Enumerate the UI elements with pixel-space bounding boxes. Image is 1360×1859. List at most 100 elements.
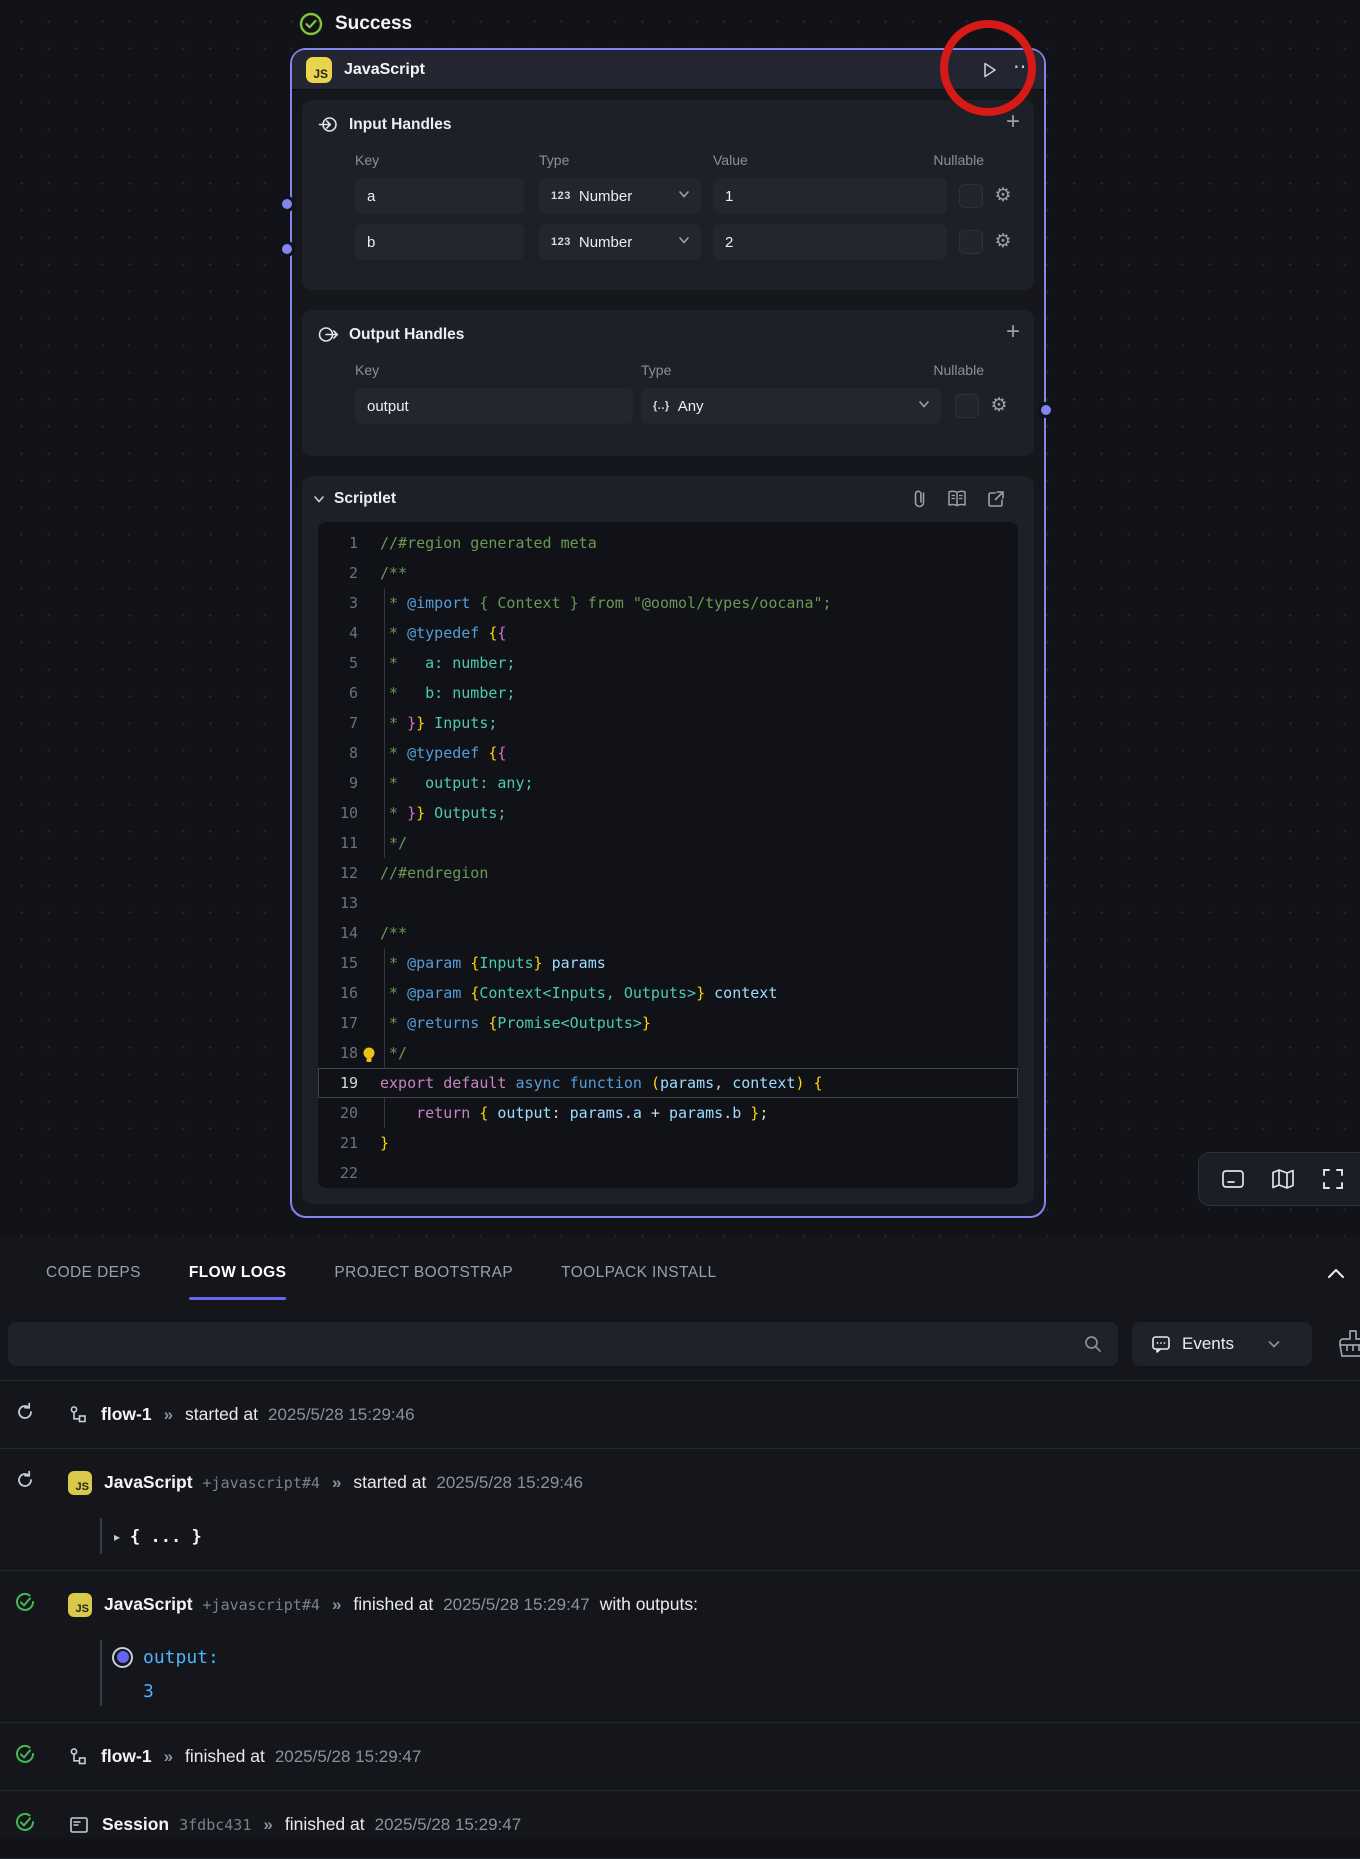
nullable-checkbox[interactable] xyxy=(955,394,979,418)
code-line[interactable]: 7 * }} Inputs; xyxy=(318,708,1018,738)
code-line[interactable]: 8 * @typedef {{ xyxy=(318,738,1018,768)
clear-logs-icon[interactable] xyxy=(1336,1328,1360,1360)
code-text: */ xyxy=(380,1038,407,1068)
handle-key-input[interactable]: output xyxy=(355,388,633,424)
paperclip-icon[interactable] xyxy=(910,488,930,510)
col-header-type: Type xyxy=(641,362,671,378)
code-editor[interactable]: 1//#region generated meta2/**3 * @import… xyxy=(318,522,1018,1188)
code-line[interactable]: 21} xyxy=(318,1128,1018,1158)
col-header-key: Key xyxy=(355,362,633,378)
events-filter-button[interactable]: Events xyxy=(1132,1322,1312,1366)
code-line[interactable]: 18 */ xyxy=(318,1038,1018,1068)
code-line[interactable]: 14 /** xyxy=(318,918,1018,948)
handle-key-input[interactable]: b xyxy=(355,224,524,260)
line-number: 14 xyxy=(318,918,358,948)
code-text: export default async function (params, c… xyxy=(380,1068,823,1098)
line-number: 9 xyxy=(318,768,358,798)
map-icon[interactable] xyxy=(1269,1165,1297,1193)
tab-project-bootstrap[interactable]: PROJECT BOOTSTRAP xyxy=(334,1238,513,1308)
handle-value-input[interactable]: 2 xyxy=(713,224,947,260)
node-header[interactable]: JS JavaScript xyxy=(292,50,1044,90)
log-row[interactable]: JSJavaScript+javascript#4»finished at202… xyxy=(0,1571,1360,1723)
chevron-up-icon[interactable] xyxy=(1324,1262,1348,1286)
code-line[interactable]: 2/** xyxy=(318,558,1018,588)
log-row[interactable]: JSJavaScript+javascript#4»started at2025… xyxy=(0,1449,1360,1571)
log-separator: » xyxy=(332,1473,341,1493)
tab-flow-logs[interactable]: FLOW LOGS xyxy=(189,1238,286,1308)
nullable-checkbox[interactable] xyxy=(959,230,983,254)
code-line[interactable]: 20 return { output: params.a + params.b … xyxy=(318,1098,1018,1128)
input-port-b[interactable] xyxy=(279,241,295,257)
add-output-handle-button[interactable]: + xyxy=(1006,318,1020,346)
add-input-handle-button[interactable]: + xyxy=(1006,108,1020,136)
line-number: 13 xyxy=(318,888,358,918)
code-line[interactable]: 3 * @import { Context } from "@oomol/typ… xyxy=(318,588,1018,618)
session-icon xyxy=(68,1814,90,1836)
collapsed-object-toggle[interactable]: ▸{ ... } xyxy=(0,1518,1360,1556)
log-event-text: finished at xyxy=(185,1746,265,1767)
chevron-down-icon xyxy=(1266,1336,1282,1352)
code-line[interactable]: 5 * a: number; xyxy=(318,648,1018,678)
gear-icon[interactable]: ⚙ xyxy=(991,184,1015,208)
code-text: /** xyxy=(380,918,407,948)
log-row[interactable]: Session3fdbc431»finished at2025/5/28 15:… xyxy=(0,1791,1360,1859)
gear-icon[interactable]: ⚙ xyxy=(987,394,1011,418)
log-event-text: finished at xyxy=(353,1594,433,1615)
tab-code-deps[interactable]: CODE DEPS xyxy=(46,1238,141,1308)
col-header-nullable: Nullable xyxy=(933,152,984,168)
code-line[interactable]: 6 * b: number; xyxy=(318,678,1018,708)
code-line[interactable]: 19export default async function (params,… xyxy=(318,1068,1018,1098)
input-port-a[interactable] xyxy=(279,196,295,212)
spinner-icon xyxy=(14,1469,34,1496)
line-number: 2 xyxy=(318,558,358,588)
tab-toolpack-install[interactable]: TOOLPACK INSTALL xyxy=(561,1238,716,1308)
console-panel-icon[interactable] xyxy=(1219,1165,1247,1193)
open-external-icon[interactable] xyxy=(986,489,1006,509)
code-line[interactable]: 12//#endregion xyxy=(318,858,1018,888)
search-input[interactable] xyxy=(8,1322,1118,1366)
log-entry-id: 3fdbc431 xyxy=(179,1816,251,1834)
handle-type-select[interactable]: 123Number xyxy=(539,178,701,214)
code-line[interactable]: 10 * }} Outputs; xyxy=(318,798,1018,828)
collapse-chevron-icon[interactable] xyxy=(312,492,326,506)
code-line[interactable]: 1//#region generated meta xyxy=(318,528,1018,558)
gear-icon[interactable]: ⚙ xyxy=(991,230,1015,254)
output-port[interactable] xyxy=(1038,402,1054,418)
log-row-main: JSJavaScript+javascript#4»started at2025… xyxy=(0,1449,1360,1516)
flow-canvas[interactable]: Success JS JavaScript ⋯ Input Handles + … xyxy=(0,0,1360,1238)
code-text: * @param {Context<Inputs, Outputs>} cont… xyxy=(380,978,777,1008)
reader-icon[interactable] xyxy=(946,489,968,509)
log-row[interactable]: flow-1»finished at2025/5/28 15:29:47 xyxy=(0,1723,1360,1791)
log-event-text: started at xyxy=(353,1472,426,1493)
log-row-main: flow-1»started at2025/5/28 15:29:46 xyxy=(0,1381,1360,1448)
javascript-node[interactable]: JS JavaScript ⋯ Input Handles + Key Type… xyxy=(290,48,1046,1218)
code-line[interactable]: 22 xyxy=(318,1158,1018,1188)
log-entry-name: flow-1 xyxy=(101,1746,152,1767)
code-line[interactable]: 15 * @param {Inputs} params xyxy=(318,948,1018,978)
type-glyph-icon: 123 xyxy=(551,236,571,248)
output-handles-title: Output Handles xyxy=(349,326,464,344)
code-line[interactable]: 4 * @typedef {{ xyxy=(318,618,1018,648)
handle-key-input[interactable]: a xyxy=(355,178,524,214)
code-line[interactable]: 17 * @returns {Promise<Outputs>} xyxy=(318,1008,1018,1038)
handle-type-select[interactable]: 123Number xyxy=(539,224,701,260)
line-number: 8 xyxy=(318,738,358,768)
log-row-main: flow-1»finished at2025/5/28 15:29:47 xyxy=(0,1723,1360,1790)
nullable-checkbox[interactable] xyxy=(959,184,983,208)
code-line[interactable]: 13 xyxy=(318,888,1018,918)
code-text: * @import { Context } from "@oomol/types… xyxy=(380,588,832,618)
handle-type-select[interactable]: {..}Any xyxy=(641,388,941,424)
code-text: //#region generated meta xyxy=(380,528,597,558)
code-line[interactable]: 16 * @param {Context<Inputs, Outputs>} c… xyxy=(318,978,1018,1008)
code-text: */ xyxy=(380,828,407,858)
code-text: //#endregion xyxy=(380,858,488,888)
log-row[interactable]: flow-1»started at2025/5/28 15:29:46 xyxy=(0,1381,1360,1449)
handle-value-input[interactable]: 1 xyxy=(713,178,947,214)
code-line[interactable]: 11 */ xyxy=(318,828,1018,858)
line-number: 15 xyxy=(318,948,358,978)
line-number: 7 xyxy=(318,708,358,738)
code-line[interactable]: 9 * output: any; xyxy=(318,768,1018,798)
fullscreen-icon[interactable] xyxy=(1319,1165,1347,1193)
lightbulb-icon[interactable] xyxy=(362,1044,376,1062)
code-text: * @returns {Promise<Outputs>} xyxy=(380,1008,651,1038)
